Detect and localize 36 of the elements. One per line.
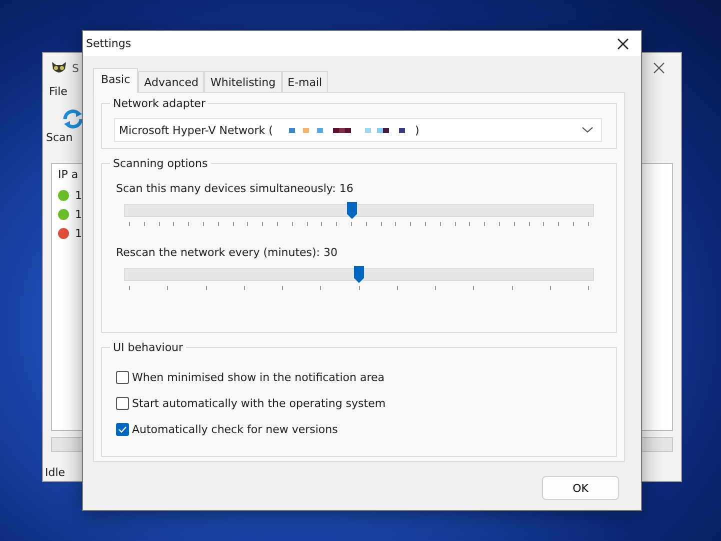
slider-track[interactable] <box>124 204 594 217</box>
menu-item[interactable]: File <box>49 85 68 98</box>
slider-track[interactable] <box>124 268 594 281</box>
owl-icon <box>51 61 67 75</box>
chevron-down-icon <box>582 127 593 133</box>
tab[interactable]: Basic <box>93 68 138 93</box>
tab[interactable]: E-mail <box>282 71 328 93</box>
checkbox[interactable] <box>116 422 129 436</box>
slider-thumb[interactable] <box>353 265 365 284</box>
refresh-icon[interactable] <box>62 109 84 129</box>
close-icon[interactable] <box>653 62 665 74</box>
tab[interactable]: Advanced <box>138 71 204 93</box>
adapter-dropdown[interactable]: Microsoft Hyper-V Network ( ) <box>114 118 602 142</box>
checkbox-label: Automatically check for new versions <box>132 422 338 436</box>
close-icon[interactable] <box>617 38 629 50</box>
ip-address: 1 <box>75 227 82 240</box>
tab[interactable]: Whitelisting <box>204 71 282 93</box>
window-title: S <box>72 62 79 74</box>
slider-label: Rescan the network every (minutes): 30 <box>116 246 339 261</box>
status-text: Idle <box>45 466 66 479</box>
checkbox[interactable] <box>116 370 129 384</box>
dialog-title: Settings <box>86 37 132 50</box>
group-heading: UI behaviour <box>112 341 184 354</box>
toolbar-label[interactable]: Scan <box>46 131 73 144</box>
slider-thumb[interactable] <box>346 201 358 220</box>
checkbox-label: When minimised show in the notification area <box>132 370 385 384</box>
ok-button[interactable]: OK <box>542 476 619 500</box>
ip-address: 1 <box>75 189 82 202</box>
ip-address: 1 <box>75 208 82 221</box>
group-heading: Network adapter <box>112 97 206 110</box>
group-heading: Scanning options <box>112 157 209 170</box>
slider-label: Scan this many devices simultaneously: 16 <box>116 182 354 197</box>
checkbox[interactable] <box>116 396 129 410</box>
checkmark-icon <box>118 426 127 432</box>
checkbox-label: Start automatically with the operating system <box>132 396 386 410</box>
column-header: IP a <box>58 168 80 181</box>
